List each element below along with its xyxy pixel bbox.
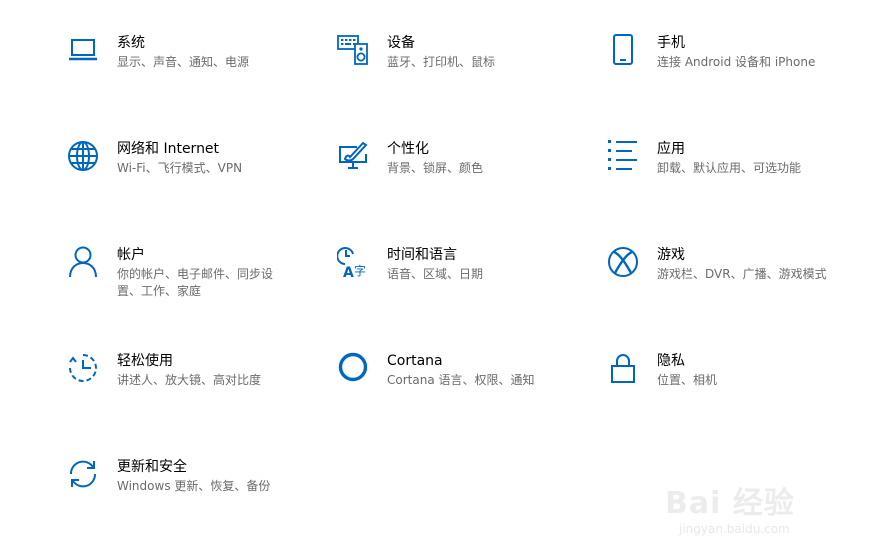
tile-description: 讲述人、放大镜、高对比度 bbox=[117, 373, 262, 387]
tile-accounts[interactable]: 帐户 你的帐户、电子邮件、同步设置、工作、家庭 bbox=[67, 246, 317, 316]
tile-title: 更新和安全 bbox=[117, 459, 187, 475]
tile-phone[interactable]: 手机 连接 Android 设备和 iPhone bbox=[607, 34, 857, 104]
tile-title: 轻松使用 bbox=[117, 353, 173, 369]
watermark-logo: Bai 经验 bbox=[665, 486, 795, 521]
watermark: Bai 经验 jingyan.baidu.com bbox=[665, 470, 825, 548]
tile-title: 手机 bbox=[657, 35, 685, 51]
tile-description: 你的帐户、电子邮件、同步设置、工作、家庭 bbox=[117, 267, 274, 298]
phone-icon bbox=[607, 34, 639, 66]
tile-cortana[interactable]: Cortana Cortana 语言、权限、通知 bbox=[337, 352, 587, 422]
tile-title: 网络和 Internet bbox=[117, 141, 220, 157]
tile-title: 游戏 bbox=[657, 247, 685, 263]
laptop-icon bbox=[67, 34, 99, 66]
keyboard-speaker-icon bbox=[337, 34, 369, 66]
tile-description: 连接 Android 设备和 iPhone bbox=[657, 55, 816, 69]
person-icon bbox=[67, 246, 99, 278]
tile-description: 语音、区域、日期 bbox=[387, 267, 484, 281]
app-list-icon bbox=[607, 140, 639, 172]
tile-description: Windows 更新、恢复、备份 bbox=[117, 479, 271, 493]
tile-title: 系统 bbox=[117, 35, 145, 51]
svg-text:字: 字 bbox=[354, 263, 366, 278]
tile-title: 应用 bbox=[657, 141, 685, 157]
tile-title: Cortana bbox=[387, 353, 443, 369]
tile-description: 蓝牙、打印机、鼠标 bbox=[387, 55, 496, 69]
tile-description: 位置、相机 bbox=[657, 373, 718, 387]
tile-title: 帐户 bbox=[117, 247, 145, 263]
sync-icon bbox=[67, 458, 99, 490]
cortana-icon bbox=[337, 352, 369, 384]
xbox-icon bbox=[607, 246, 639, 278]
ease-of-access-icon bbox=[67, 352, 99, 384]
tile-network[interactable]: 网络和 Internet Wi-Fi、飞行模式、VPN bbox=[67, 140, 317, 210]
tile-title: 时间和语言 bbox=[387, 247, 457, 263]
tile-devices[interactable]: 设备 蓝牙、打印机、鼠标 bbox=[337, 34, 587, 104]
tile-apps[interactable]: 应用 卸载、默认应用、可选功能 bbox=[607, 140, 857, 210]
tile-description: 背景、锁屏、颜色 bbox=[387, 161, 484, 175]
tile-description: 游戏栏、DVR、广播、游戏模式 bbox=[657, 267, 827, 281]
tile-time-language[interactable]: A字 时间和语言 语音、区域、日期 bbox=[337, 246, 587, 316]
tile-system[interactable]: 系统 显示、声音、通知、电源 bbox=[67, 34, 317, 104]
globe-icon bbox=[67, 140, 99, 172]
tile-gaming[interactable]: 游戏 游戏栏、DVR、广播、游戏模式 bbox=[607, 246, 857, 316]
lock-icon bbox=[607, 352, 639, 384]
watermark-url: jingyan.baidu.com bbox=[679, 522, 790, 536]
tile-title: 隐私 bbox=[657, 353, 685, 369]
tile-description: Wi-Fi、飞行模式、VPN bbox=[117, 161, 243, 175]
tile-personalization[interactable]: 个性化 背景、锁屏、颜色 bbox=[337, 140, 587, 210]
svg-text:A: A bbox=[343, 265, 354, 278]
tile-ease-of-access[interactable]: 轻松使用 讲述人、放大镜、高对比度 bbox=[67, 352, 317, 422]
tile-description: Cortana 语言、权限、通知 bbox=[387, 373, 535, 387]
clock-language-icon: A字 bbox=[337, 246, 369, 278]
tile-update-security[interactable]: 更新和安全 Windows 更新、恢复、备份 bbox=[67, 458, 317, 528]
paintbrush-monitor-icon bbox=[337, 140, 369, 172]
tile-title: 设备 bbox=[387, 35, 415, 51]
tile-description: 卸载、默认应用、可选功能 bbox=[657, 161, 802, 175]
tile-title: 个性化 bbox=[387, 141, 429, 157]
tile-privacy[interactable]: 隐私 位置、相机 bbox=[607, 352, 857, 422]
tile-description: 显示、声音、通知、电源 bbox=[117, 55, 250, 69]
